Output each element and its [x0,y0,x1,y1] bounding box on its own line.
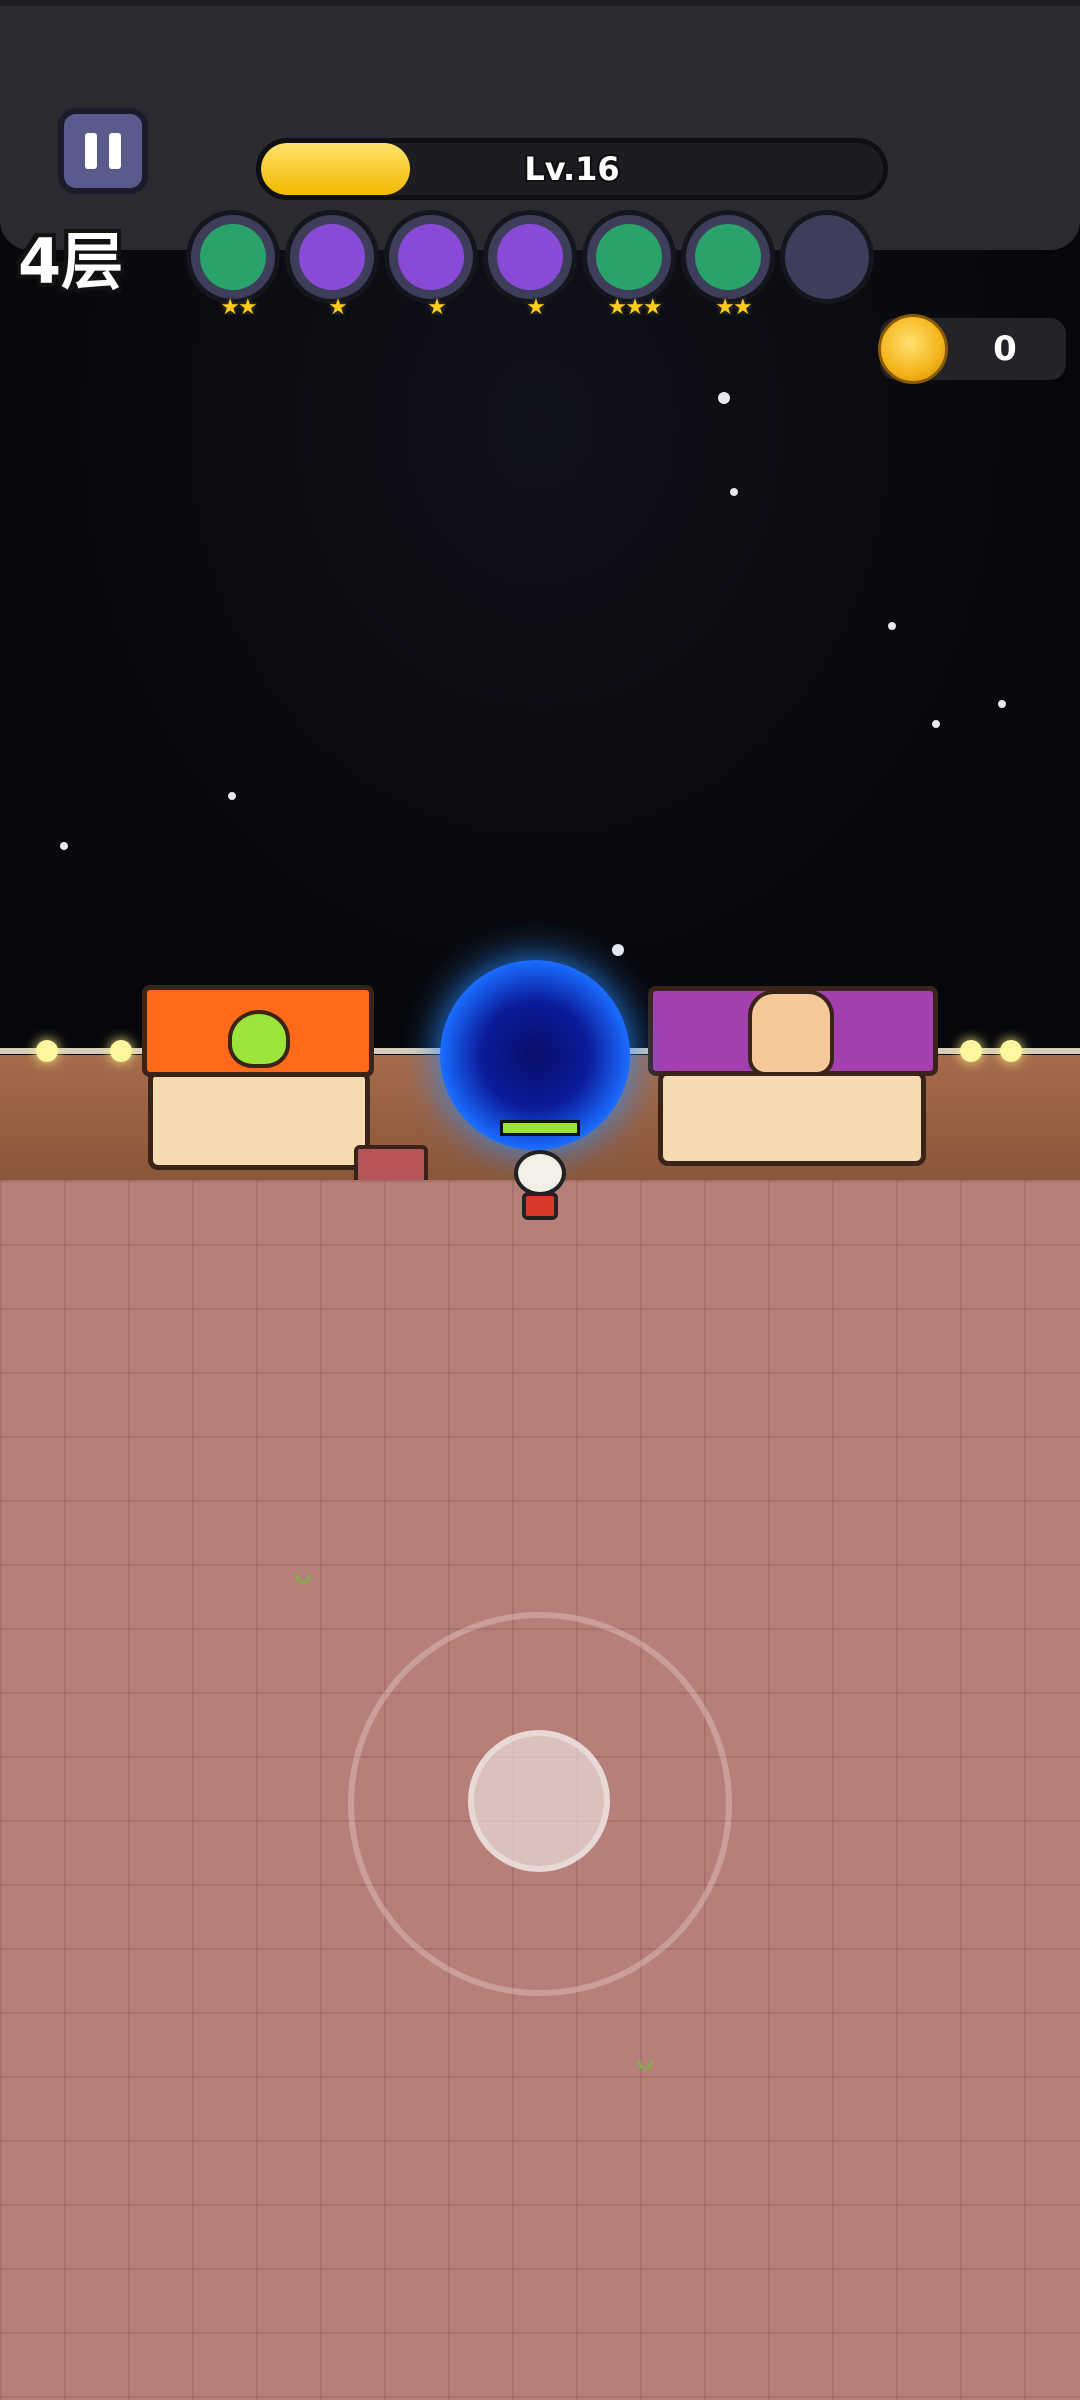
skill-stars: ★★ [220,295,257,320]
sky-star [932,720,940,728]
string-light [110,1040,132,1062]
empty-skill-slot [794,224,860,290]
sky-star [730,488,738,496]
skill-stars: ★★★ [607,295,662,320]
pause-button[interactable] [58,108,148,194]
player-health-fill [503,1123,577,1133]
coin-icon [878,314,948,384]
left-food-stall[interactable] [148,1070,370,1170]
sky-star [888,622,896,630]
skull-sign-icon [228,1010,290,1068]
floor-label: 4层 [18,225,124,298]
pistol-skill-icon [200,224,266,290]
player-head [514,1150,566,1196]
bread-sign-icon [748,990,834,1076]
joystick-knob[interactable] [468,1730,610,1872]
player-health-bar [500,1120,580,1136]
skill-slots: ★★ ★ ★ ★ ★★★ ★★ [186,210,886,320]
coin-count: 0 [993,329,1017,369]
xp-bar: Lv.16 [256,138,888,200]
skill-stars: ★★ [715,295,752,320]
sky-star [60,842,68,850]
grass-tuft-icon: ᴗ [636,2042,655,2077]
boomerang-skill-icon [398,224,464,290]
binoculars-skill-icon [596,224,662,290]
level-text: Lv.16 [524,150,620,188]
skill-slot: ★ [384,210,478,320]
syringe-skill-icon [695,224,761,290]
skill-slot: ★★ [681,210,775,320]
player-character [508,1150,572,1230]
monster-skill-icon [497,224,563,290]
string-light [36,1040,58,1062]
skill-slot: ★ [285,210,379,320]
sky-star [998,700,1006,708]
grass-tuft-icon: ᴗ [294,1556,313,1591]
sky-star [612,944,624,956]
tornado-skill-icon [299,224,365,290]
player-body [522,1192,558,1220]
skill-stars: ★ [526,295,546,320]
skill-slot [780,210,874,304]
sky-star [228,792,236,800]
skill-stars: ★ [427,295,447,320]
skill-stars: ★ [328,295,348,320]
skill-slot: ★★★ [582,210,676,320]
string-light [960,1040,982,1062]
skill-slot: ★ [483,210,577,320]
pause-icon [109,133,121,169]
sky-star [718,392,730,404]
pause-icon [85,133,97,169]
skill-slot: ★★ [186,210,280,320]
string-light [1000,1040,1022,1062]
right-food-stall[interactable] [658,1070,926,1166]
